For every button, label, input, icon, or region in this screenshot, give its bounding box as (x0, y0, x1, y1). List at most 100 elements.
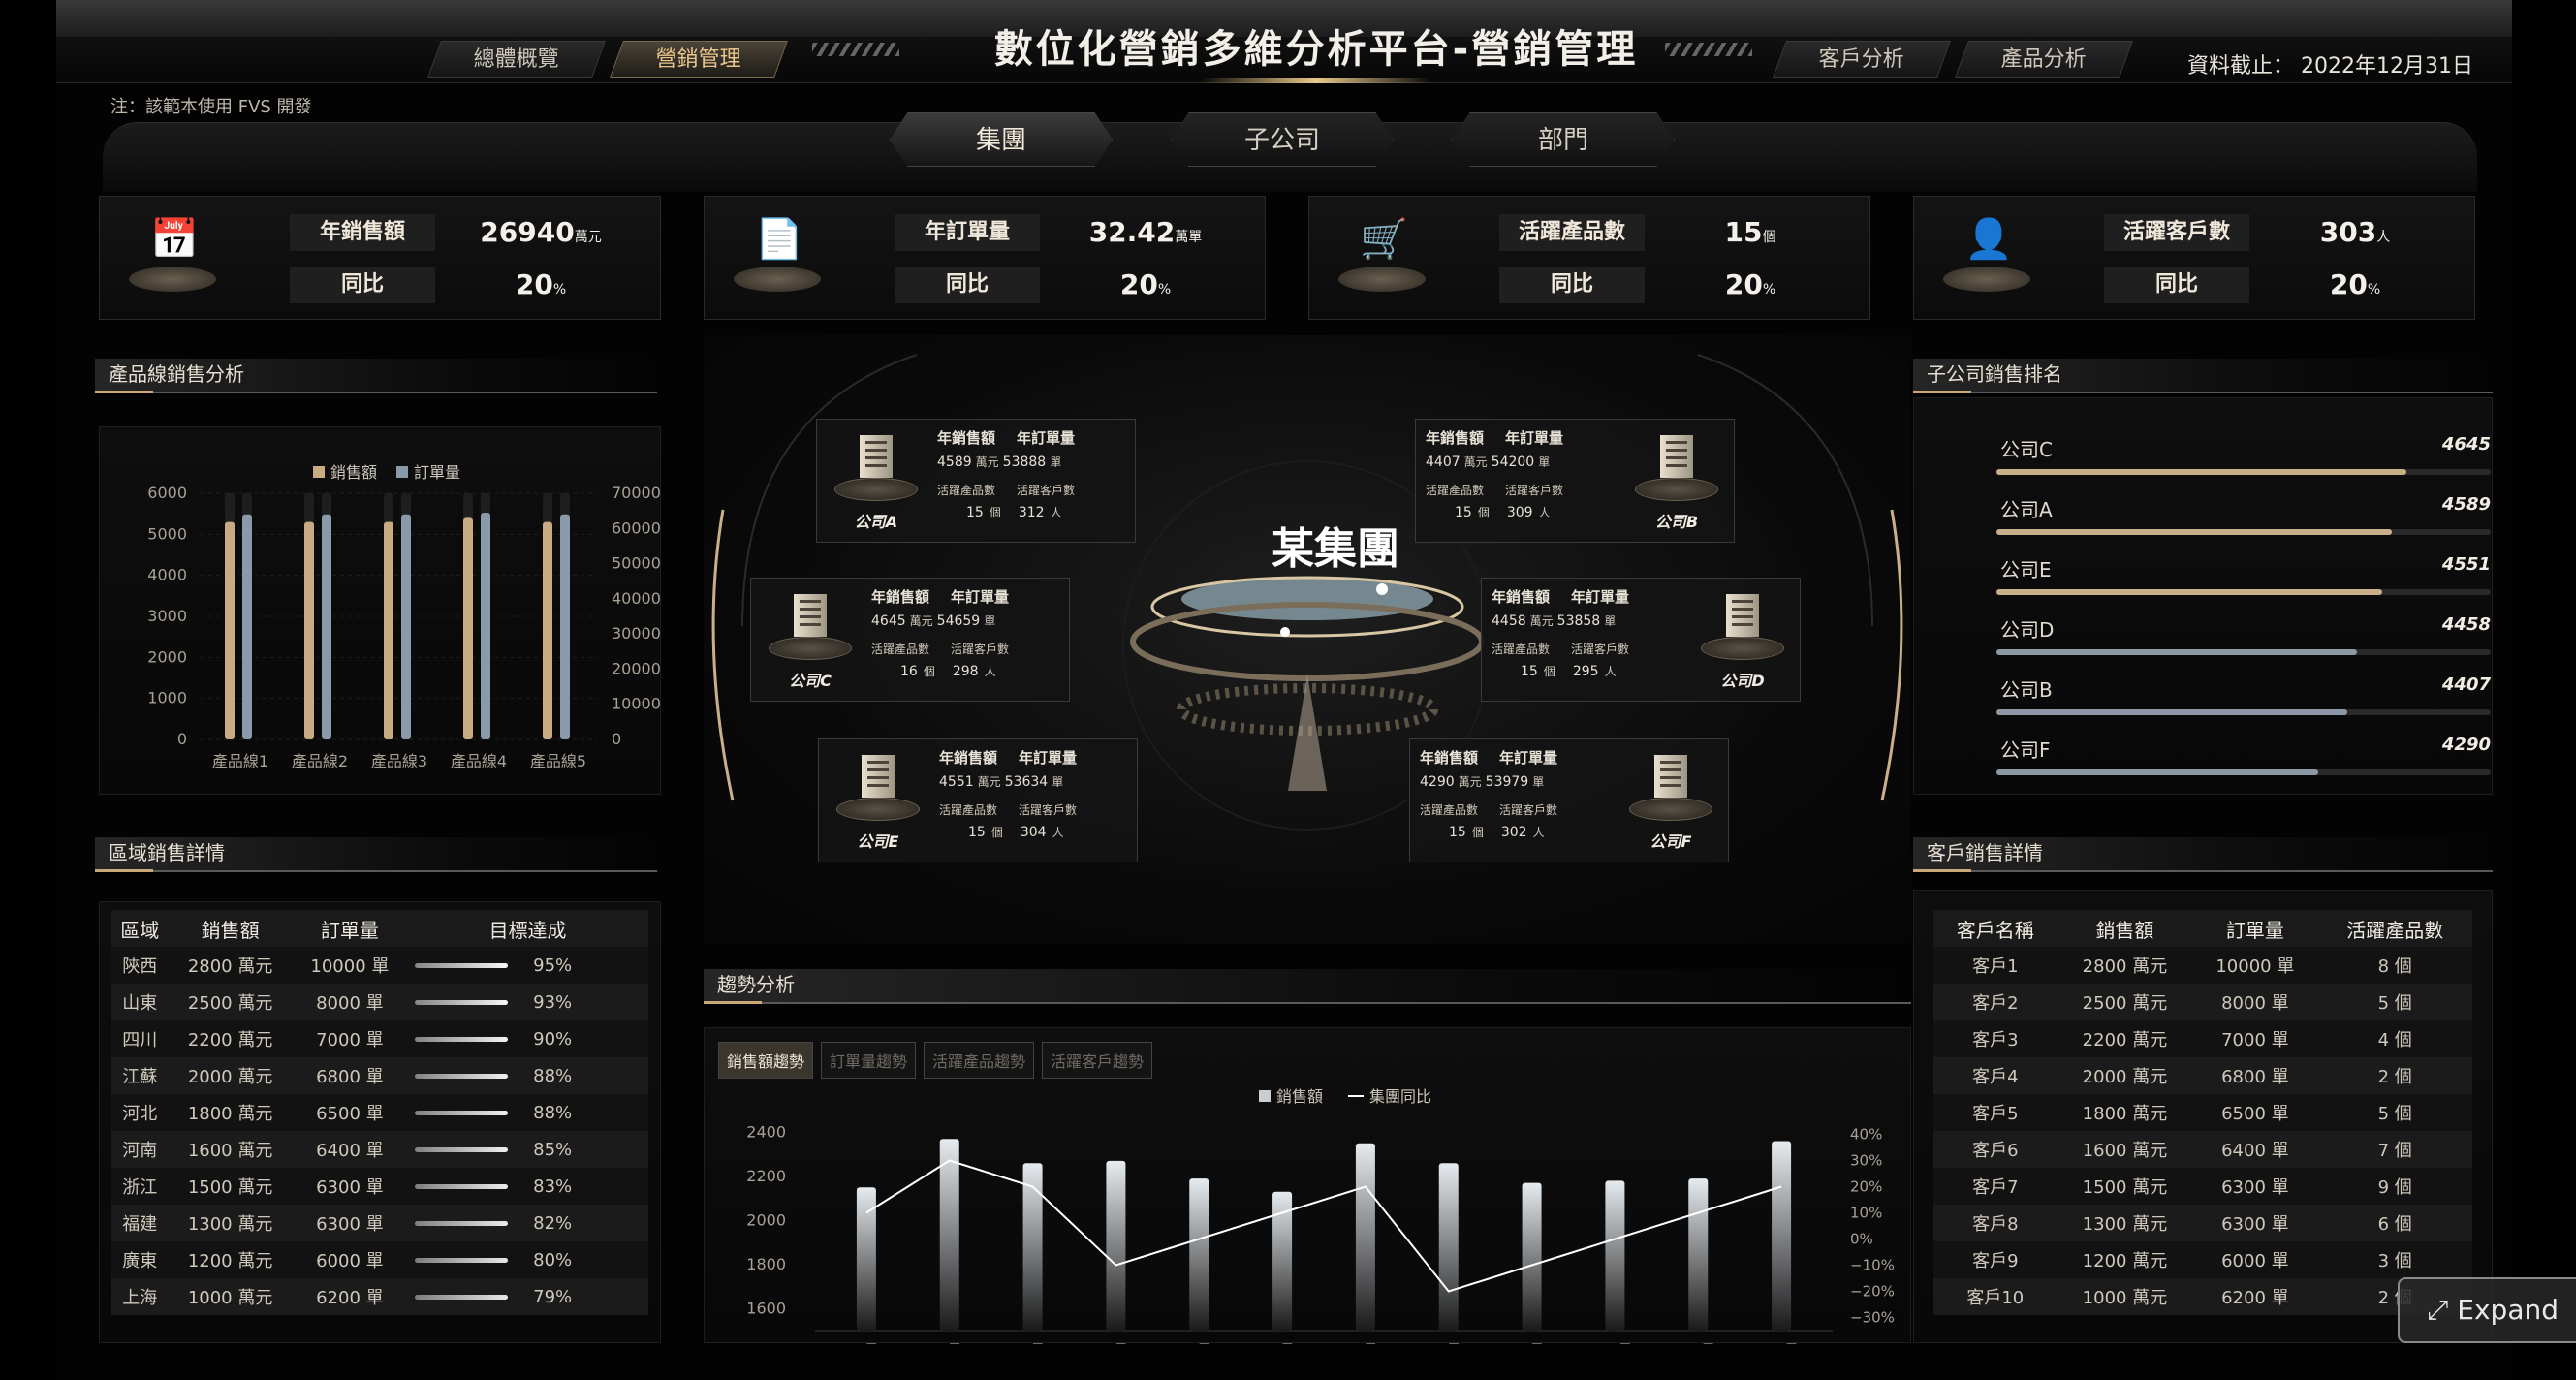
bar[interactable] (1106, 1160, 1126, 1331)
bar[interactable] (560, 514, 570, 739)
company-card[interactable]: 公司B 年銷售額 年訂單量 4407 萬元 54200 單活躍產品數 活躍客戶數 15 個 309 人 (1415, 419, 1735, 543)
building-shape (794, 594, 827, 637)
customers-unit: 人 (1604, 665, 1617, 678)
bar[interactable] (1688, 1178, 1709, 1331)
x-tick-label: 5月 (1186, 1341, 1211, 1344)
trend-tab[interactable]: 銷售額趨勢 (718, 1042, 814, 1079)
sales-value: 4551 (939, 774, 974, 790)
customer-table: 客戶名稱 銷售額 訂單量 活躍產品數 客戶1 2800 萬元 10000 單8 個客戶2 2… (1933, 910, 2472, 1315)
bar[interactable] (939, 1139, 959, 1331)
bar[interactable] (1022, 1163, 1043, 1331)
table-cell: 1000 萬元 (2057, 1278, 2193, 1315)
bar[interactable] (242, 514, 252, 739)
table-cell: 客戶10 (1933, 1278, 2058, 1315)
level-tab-department[interactable]: 部門 (1452, 112, 1675, 167)
sales-value: 4589 (937, 455, 972, 470)
y-tick-label: 2000 (147, 647, 187, 666)
table-cell: 6300 單 (292, 1168, 408, 1205)
building-shape (860, 435, 893, 478)
level-tab-group[interactable]: 集團 (890, 112, 1113, 167)
trend-tab[interactable]: 活躍產品趨勢 (924, 1042, 1035, 1079)
legend-label[interactable]: 銷售額 (330, 463, 377, 482)
label-customers: 活躍客戶數 (1017, 484, 1076, 497)
bar[interactable] (401, 514, 411, 739)
bar[interactable] (225, 521, 235, 739)
nav-tab-marketing[interactable]: 營銷管理 (610, 41, 788, 78)
customers-unit: 人 (1538, 506, 1551, 519)
legend-label[interactable]: 集團同比 (1369, 1087, 1431, 1106)
stat-labels: 年銷售額 年訂單量 (939, 747, 1133, 768)
nav-tab-product[interactable]: 產品分析 (1955, 41, 2133, 78)
table-cell: 6500 單 (2192, 1094, 2318, 1131)
bar[interactable] (322, 514, 331, 739)
table-row: 四川 2200 萬元 7000 單 90% (111, 1020, 648, 1057)
products-unit: 個 (1471, 826, 1484, 839)
table-cell: 79% (407, 1278, 648, 1315)
bar[interactable] (543, 521, 552, 739)
y2-tick-label: 20% (1850, 1178, 1882, 1196)
nav-tab-customer[interactable]: 客戶分析 (1773, 41, 1951, 78)
y-tick-label: 2400 (746, 1122, 786, 1141)
customers-value: 304 (1020, 825, 1047, 840)
trend-tab[interactable]: 活躍客戶趨勢 (1042, 1042, 1153, 1079)
bar[interactable] (1438, 1163, 1459, 1331)
company-stats: 年銷售額 年訂單量 4407 萬元 54200 單活躍產品數 活躍客戶數 15 個 309 人 (1426, 427, 1619, 520)
table-cell: 8000 單 (2192, 984, 2318, 1020)
legend-swatch (1259, 1090, 1271, 1102)
table-cell: 2200 萬元 (2057, 1020, 2193, 1057)
progress-value: 93% (533, 991, 573, 1013)
company-card[interactable]: 公司A 年銷售額 年訂單量 4589 萬元 53888 單活躍產品數 活躍客戶數 15 個 312 人 (816, 419, 1136, 543)
company-card[interactable]: 公司C 年銷售額 年訂單量 4645 萬元 54659 單活躍產品數 活躍客戶數 16 個 298 人 (750, 578, 1070, 702)
bar[interactable] (304, 521, 314, 739)
nav-tab-overview[interactable]: 總體概覽 (427, 41, 606, 78)
bar[interactable] (1605, 1180, 1625, 1331)
trend-tab[interactable]: 訂單量趨勢 (821, 1042, 917, 1079)
label-orders: 年訂單量 (1017, 429, 1076, 447)
orders-unit: 單 (1050, 455, 1062, 469)
building-pedestal (834, 478, 918, 501)
legend-label[interactable]: 銷售額 (1276, 1087, 1323, 1106)
expand-button[interactable]: ⤢ Expand (2398, 1277, 2576, 1343)
region-table: 區域 銷售額 訂單量 目標達成 陝西 2800 萬元 10000 單 95% 山東 2500 萬… (111, 910, 648, 1315)
table-row: 客戶10 1000 萬元 6200 單2 個 (1933, 1278, 2472, 1315)
title-glow (1200, 78, 1432, 83)
sales-value: 4645 (871, 613, 906, 629)
table-cell: 客戶6 (1933, 1131, 2058, 1168)
y2-tick-label: 40000 (612, 589, 661, 608)
company-card[interactable]: 公司D 年銷售額 年訂單量 4458 萬元 53858 單活躍產品數 活躍客戶數 15 個 295 人 (1481, 578, 1801, 702)
company-card[interactable]: 公司E 年銷售額 年訂單量 4551 萬元 53634 單活躍產品數 活躍客戶數 15 個 304 人 (818, 738, 1138, 862)
ranking-value: 4589 (2441, 494, 2491, 515)
dashboard: 總體概覽 營銷管理 數位化營銷多維分析平台-營銷管理 客戶分析 產品分析 資料截… (56, 0, 2576, 1380)
bar[interactable] (384, 521, 393, 739)
yoy-line[interactable] (865, 1159, 1782, 1293)
y-tick-label: 3000 (147, 607, 187, 625)
table-cell: 1800 萬元 (168, 1094, 293, 1131)
bar[interactable] (1189, 1178, 1209, 1331)
sales-unit: 萬元 (1529, 614, 1554, 628)
kpi-unit: 個 (1762, 230, 1776, 245)
bar[interactable] (1772, 1141, 1792, 1331)
bar[interactable] (1522, 1182, 1542, 1331)
x-tick-label: 產品線1 (212, 752, 268, 770)
table-cell: 6400 單 (292, 1131, 408, 1168)
y-tick-label: 1600 (746, 1299, 786, 1317)
sales-unit: 萬元 (1458, 775, 1482, 789)
label-products: 活躍產品數 (937, 484, 996, 497)
company-card[interactable]: 公司F 年銷售額 年訂單量 4290 萬元 53979 單活躍產品數 活躍客戶數 15 個 302 人 (1409, 738, 1729, 862)
building-pedestal (769, 637, 852, 660)
bar[interactable] (1355, 1143, 1375, 1331)
table-cell: 5 個 (2317, 984, 2472, 1020)
progress-value: 85% (533, 1139, 573, 1160)
ranking-row: 公司D 4458 (1996, 614, 2491, 674)
legend-label[interactable]: 訂單量 (414, 463, 460, 482)
x-tick-label: 6月 (1270, 1341, 1295, 1344)
table-header-row: 區域 銷售額 訂單量 目標達成 (111, 910, 648, 947)
table-row: 客戶6 1600 萬元 6400 單7 個 (1933, 1131, 2472, 1168)
sales-value: 4290 (1420, 774, 1455, 790)
bar[interactable] (481, 512, 490, 739)
building-pedestal (1635, 478, 1718, 501)
bar[interactable] (463, 518, 473, 739)
table-cell: 6200 單 (292, 1278, 408, 1315)
table-cell: 10000 單 (292, 947, 408, 984)
level-tab-subsidiary[interactable]: 子公司 (1171, 112, 1394, 167)
